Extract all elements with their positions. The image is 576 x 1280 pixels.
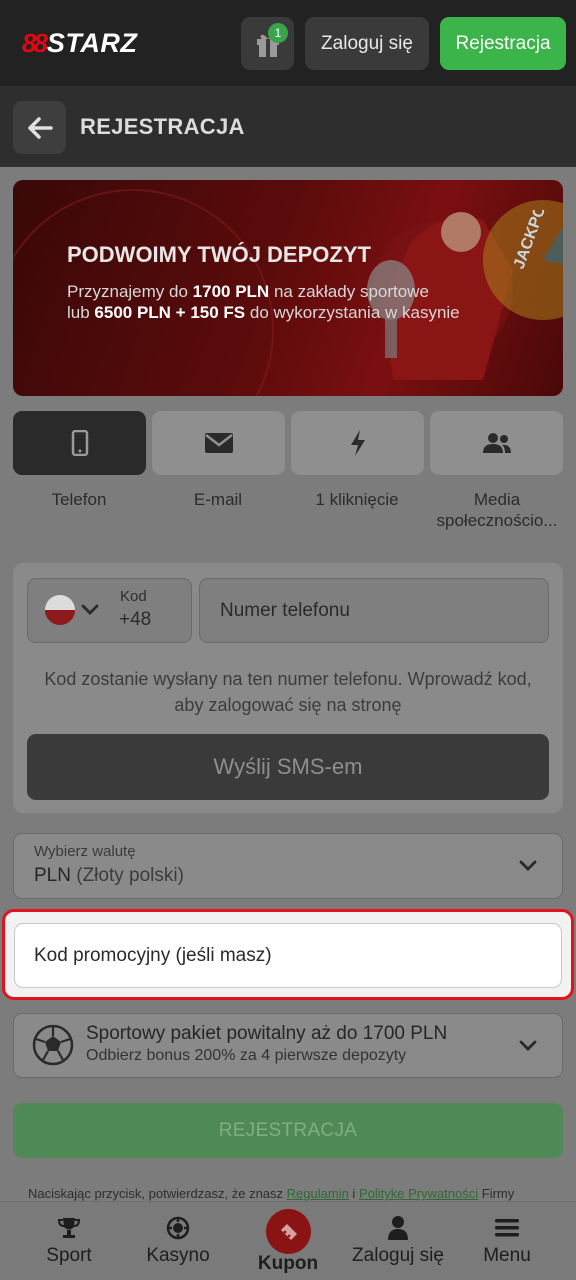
promo-code-input[interactable]: Kod promocyjny (jeśli masz) xyxy=(14,923,562,988)
tab-phone[interactable] xyxy=(13,411,146,475)
ticket-icon xyxy=(280,1223,297,1240)
tab-social-label: Media społecznościo... xyxy=(436,490,558,530)
logo[interactable]: 88 STARZ xyxy=(22,26,137,60)
code-value: +48 xyxy=(119,609,152,630)
gift-count-badge: 1 xyxy=(268,23,288,43)
users-icon xyxy=(482,433,511,453)
back-button[interactable] xyxy=(13,101,66,154)
bonus-subtitle: Odbierz bonus 200% za 4 pierwsze depozyt… xyxy=(86,1047,407,1064)
user-icon xyxy=(388,1216,408,1240)
promo-banner[interactable]: PODWOIMY TWÓJ DEPOZYT Przyznajemy do 170… xyxy=(13,180,563,396)
casino-chip-icon xyxy=(166,1216,190,1240)
chevron-down-icon xyxy=(519,860,537,871)
nav-menu-label: Menu xyxy=(483,1245,531,1266)
register-submit-button[interactable]: REJESTRACJA xyxy=(13,1103,563,1158)
nav-login-label: Zaloguj się xyxy=(352,1245,444,1266)
sms-info-text: Kod zostanie wysłany na ten numer telefo… xyxy=(44,669,532,715)
privacy-link[interactable]: Polityke Prywatności xyxy=(359,1186,478,1201)
chevron-down-icon xyxy=(519,1040,537,1051)
poland-flag-icon xyxy=(45,595,75,625)
currency-label: Wybierz walutę xyxy=(34,843,136,860)
nav-sport[interactable]: Sport xyxy=(30,1201,108,1280)
terms-text: Naciskając przycisk, potwierdzasz, że zn… xyxy=(28,1186,515,1201)
terms-link[interactable]: Regulamin xyxy=(287,1186,349,1201)
login-button[interactable]: Zaloguj się xyxy=(305,17,429,70)
soccer-ball-icon xyxy=(32,1024,74,1066)
tab-phone-label: Telefon xyxy=(51,490,107,509)
logo-mark: 88 xyxy=(22,27,48,58)
hamburger-icon xyxy=(495,1219,519,1237)
banner-line-1: Przyznajemy do 1700 PLN na zakłady sport… xyxy=(67,282,429,301)
gift-button[interactable] xyxy=(241,17,294,70)
bonus-title: Sportowy pakiet powitalny aż do 1700 PLN xyxy=(86,1023,448,1044)
trophy-icon xyxy=(57,1218,81,1238)
register-header-button[interactable]: Rejestracja xyxy=(440,17,566,70)
code-label: Kod xyxy=(120,588,147,605)
currency-code: PLN xyxy=(34,865,71,886)
lightning-icon xyxy=(350,430,365,456)
nav-menu[interactable]: Menu xyxy=(475,1201,539,1280)
nav-kupon-label: Kupon xyxy=(257,1253,319,1274)
tab-social[interactable] xyxy=(430,411,563,475)
tab-one-click-label: 1 kliknięcie xyxy=(315,490,399,509)
nav-casino[interactable]: Kasyno xyxy=(138,1201,218,1280)
tab-one-click[interactable] xyxy=(291,411,424,475)
logo-text: STARZ xyxy=(46,27,138,58)
currency-name: (Złoty polski) xyxy=(76,865,184,886)
banner-title: PODWOIMY TWÓJ DEPOZYT xyxy=(67,242,371,267)
nav-kupon[interactable] xyxy=(266,1209,311,1254)
nav-login[interactable]: Zaloguj się xyxy=(343,1201,453,1280)
envelope-icon xyxy=(204,433,233,453)
tab-email[interactable] xyxy=(152,411,285,475)
banner-line-2: lub 6500 PLN + 150 FS do wykorzystania w… xyxy=(67,303,460,322)
send-sms-button[interactable]: Wyślij SMS-em xyxy=(27,734,549,800)
phone-icon xyxy=(71,430,88,456)
nav-casino-label: Kasyno xyxy=(146,1245,210,1266)
jackpot-text: JACKPOT xyxy=(511,210,553,271)
nav-sport-label: Sport xyxy=(46,1245,92,1266)
phone-number-input[interactable]: Numer telefonu xyxy=(199,578,549,643)
tab-email-label: E-mail xyxy=(193,490,243,509)
currency-value: PLN (Złoty polski) xyxy=(34,865,184,887)
arrow-left-icon xyxy=(27,116,53,139)
chevron-down-icon xyxy=(81,604,99,615)
jackpot-wheel: JACKPOT xyxy=(511,210,553,271)
page-title: REJESTRACJA xyxy=(80,114,245,139)
